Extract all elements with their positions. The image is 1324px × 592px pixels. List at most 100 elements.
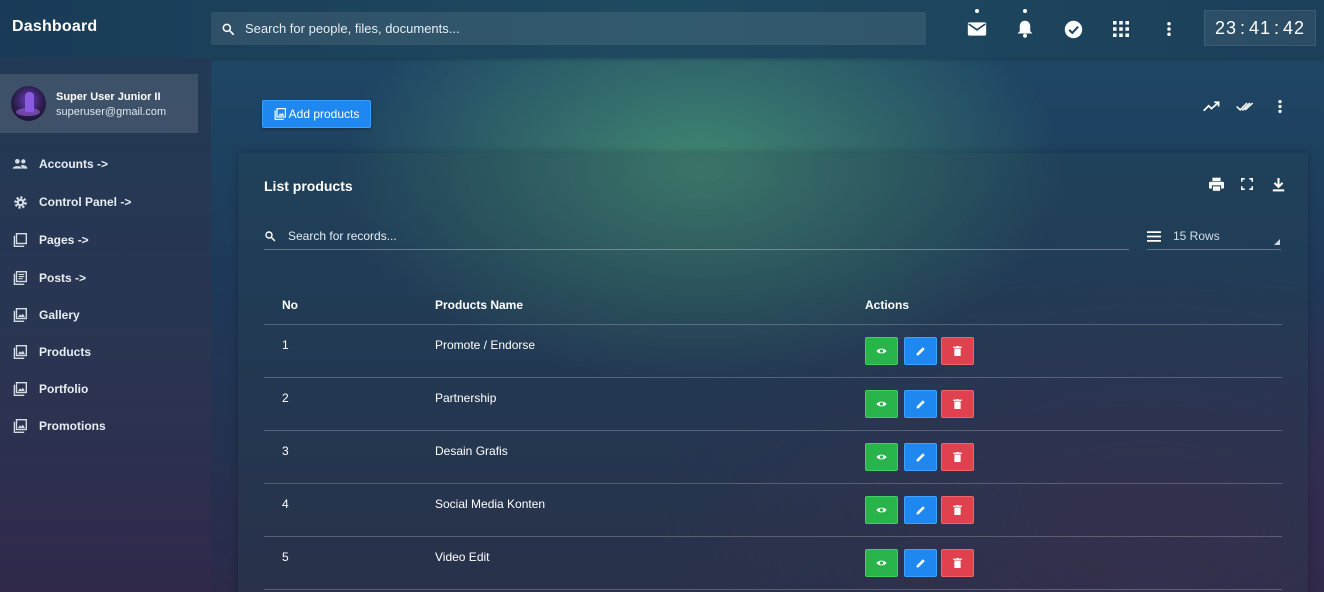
pencil-icon — [916, 346, 926, 356]
pencil-icon — [916, 558, 926, 568]
pencil-icon — [916, 399, 926, 409]
clock-seconds: 42 — [1283, 17, 1306, 38]
view-button[interactable] — [865, 496, 898, 524]
table-row: 2 Partnership — [264, 378, 1282, 431]
sidebar-item-label: Gallery — [39, 308, 80, 322]
print-icon[interactable] — [1207, 175, 1225, 193]
notification-dot — [1023, 9, 1027, 13]
sidebar: Super User Junior II superuser@gmail.com… — [0, 58, 211, 592]
double-check-icon[interactable] — [1236, 97, 1254, 115]
edit-button[interactable] — [904, 390, 937, 418]
dropdown-caret-icon — [1274, 239, 1280, 245]
add-products-label: Add products — [288, 107, 360, 121]
eye-icon — [876, 559, 887, 567]
view-button[interactable] — [865, 549, 898, 577]
sidebar-item-label: Pages -> — [39, 233, 89, 247]
more-vert-icon[interactable] — [1271, 97, 1289, 115]
rows-per-page-select[interactable]: 15 Rows — [1147, 223, 1281, 250]
clock-minutes: 41 — [1248, 17, 1272, 38]
avatar — [11, 86, 46, 121]
eye-icon — [876, 506, 887, 514]
sidebar-item-label: Portfolio — [39, 382, 89, 396]
view-button[interactable] — [865, 337, 898, 365]
table-row: 1 Promote / Endorse — [264, 325, 1282, 378]
product-name: Social Media Konten — [435, 497, 546, 511]
image-icon — [12, 418, 28, 434]
table-row: 4 Social Media Konten — [264, 484, 1282, 537]
edit-button[interactable] — [904, 496, 937, 524]
records-search-input[interactable] — [288, 229, 1108, 243]
column-header-name: Products Name — [435, 298, 524, 312]
sidebar-item-products[interactable]: Products — [12, 342, 91, 362]
trash-icon — [953, 558, 962, 568]
search-icon — [264, 230, 276, 242]
brand-title[interactable]: Dashboard — [12, 18, 97, 36]
clock-hours: 23 — [1214, 17, 1237, 38]
apps-grid-icon[interactable] — [1110, 18, 1132, 40]
clock: 23 : 41 : 42 — [1204, 10, 1316, 46]
view-button[interactable] — [865, 443, 898, 471]
sidebar-item-label: Promotions — [39, 419, 106, 433]
row-number: 1 — [282, 338, 289, 352]
view-button[interactable] — [865, 390, 898, 418]
product-name: Video Edit — [435, 550, 490, 564]
user-email: superuser@gmail.com — [56, 106, 167, 118]
add-image-icon — [274, 108, 286, 120]
sidebar-item-promotions[interactable]: Promotions — [12, 416, 106, 436]
global-search-input[interactable] — [245, 21, 905, 36]
trash-icon — [953, 399, 962, 409]
table-row: 3 Desain Grafis — [264, 431, 1282, 484]
edit-button[interactable] — [904, 337, 937, 365]
clock-separator: : — [1239, 17, 1246, 38]
row-number: 2 — [282, 391, 289, 405]
sidebar-item-portfolio[interactable]: Portfolio — [12, 379, 88, 399]
image-icon — [12, 307, 28, 323]
image-icon — [12, 344, 28, 360]
check-circle-icon[interactable] — [1062, 18, 1084, 40]
top-bar: Dashboard 23 : 41 : 42 — [0, 0, 1324, 58]
sidebar-item-label: Accounts -> — [39, 157, 109, 171]
column-header-no: No — [282, 298, 298, 312]
delete-button[interactable] — [941, 337, 974, 365]
user-name: Super User Junior II — [56, 91, 161, 103]
trending-up-icon[interactable] — [1202, 97, 1220, 115]
sidebar-item-pages[interactable]: Pages -> — [12, 230, 89, 250]
delete-button[interactable] — [941, 443, 974, 471]
table-header: No Products Name Actions — [264, 287, 1282, 325]
delete-button[interactable] — [941, 390, 974, 418]
image-icon — [12, 381, 28, 397]
sidebar-item-control-panel[interactable]: Control Panel -> — [12, 192, 131, 212]
product-name: Partnership — [435, 391, 497, 405]
trash-icon — [953, 346, 962, 356]
card-title: List products — [264, 178, 353, 194]
bell-icon[interactable] — [1014, 18, 1036, 40]
pages-icon — [12, 232, 28, 248]
edit-button[interactable] — [904, 549, 937, 577]
trash-icon — [953, 505, 962, 515]
product-name: Promote / Endorse — [435, 338, 536, 352]
eye-icon — [876, 453, 887, 461]
row-number: 5 — [282, 550, 289, 564]
eye-icon — [876, 347, 887, 355]
delete-button[interactable] — [941, 549, 974, 577]
sidebar-item-accounts[interactable]: Accounts -> — [12, 154, 108, 174]
products-card: List products 15 Rows No Products Name A… — [238, 153, 1308, 592]
column-header-actions: Actions — [865, 298, 910, 312]
more-vert-icon[interactable] — [1158, 18, 1180, 40]
sidebar-item-label: Products — [39, 345, 92, 359]
delete-button[interactable] — [941, 496, 974, 524]
search-icon — [221, 22, 235, 36]
row-number: 3 — [282, 444, 289, 458]
download-icon[interactable] — [1269, 175, 1287, 193]
mail-icon[interactable] — [966, 18, 988, 40]
edit-button[interactable] — [904, 443, 937, 471]
trash-icon — [953, 452, 962, 462]
user-profile[interactable]: Super User Junior II superuser@gmail.com — [0, 74, 198, 133]
pencil-icon — [916, 452, 926, 462]
sidebar-item-gallery[interactable]: Gallery — [12, 305, 80, 325]
add-products-button[interactable]: Add products — [262, 100, 371, 128]
fullscreen-icon[interactable] — [1238, 175, 1256, 193]
sidebar-item-posts[interactable]: Posts -> — [12, 268, 86, 288]
records-search[interactable] — [264, 223, 1129, 250]
global-search[interactable] — [211, 12, 926, 45]
